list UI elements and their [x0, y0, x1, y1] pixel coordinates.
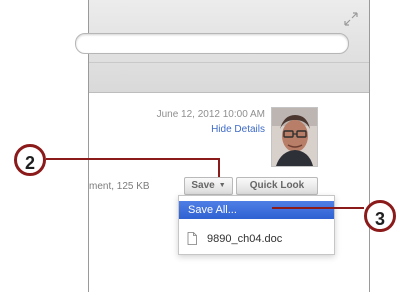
callout-line-3	[272, 207, 364, 209]
menu-item-save-all[interactable]: Save All...	[179, 201, 334, 219]
document-icon	[187, 232, 197, 245]
search-field[interactable]	[75, 33, 349, 54]
hide-details-link[interactable]: Hide Details	[211, 124, 265, 135]
callout-badge-2: 2	[14, 144, 46, 176]
callout-line-2-horizontal	[46, 158, 220, 160]
save-dropdown-menu: Save All... 9890_ch04.doc	[178, 195, 335, 255]
mail-message-window: June 12, 2012 10:00 AM Hide Details ment…	[75, 0, 370, 292]
save-button-label: Save	[191, 180, 215, 191]
callout-line-2-vertical	[218, 158, 220, 177]
attachment-file-name: 9890_ch04.doc	[207, 233, 283, 245]
attachment-info: ment, 125 KB	[89, 181, 150, 192]
menu-item-attachment[interactable]: 9890_ch04.doc	[179, 230, 334, 248]
message-date: June 12, 2012 10:00 AM	[156, 109, 265, 120]
toolbar-divider	[89, 62, 369, 63]
save-button[interactable]: Save ▼	[184, 177, 233, 195]
quick-look-button[interactable]: Quick Look	[236, 177, 318, 195]
chevron-down-icon: ▼	[218, 182, 226, 189]
avatar	[271, 107, 318, 167]
mail-toolbar	[75, 0, 369, 92]
fullscreen-icon[interactable]	[344, 12, 358, 26]
callout-badge-3: 3	[364, 200, 396, 232]
